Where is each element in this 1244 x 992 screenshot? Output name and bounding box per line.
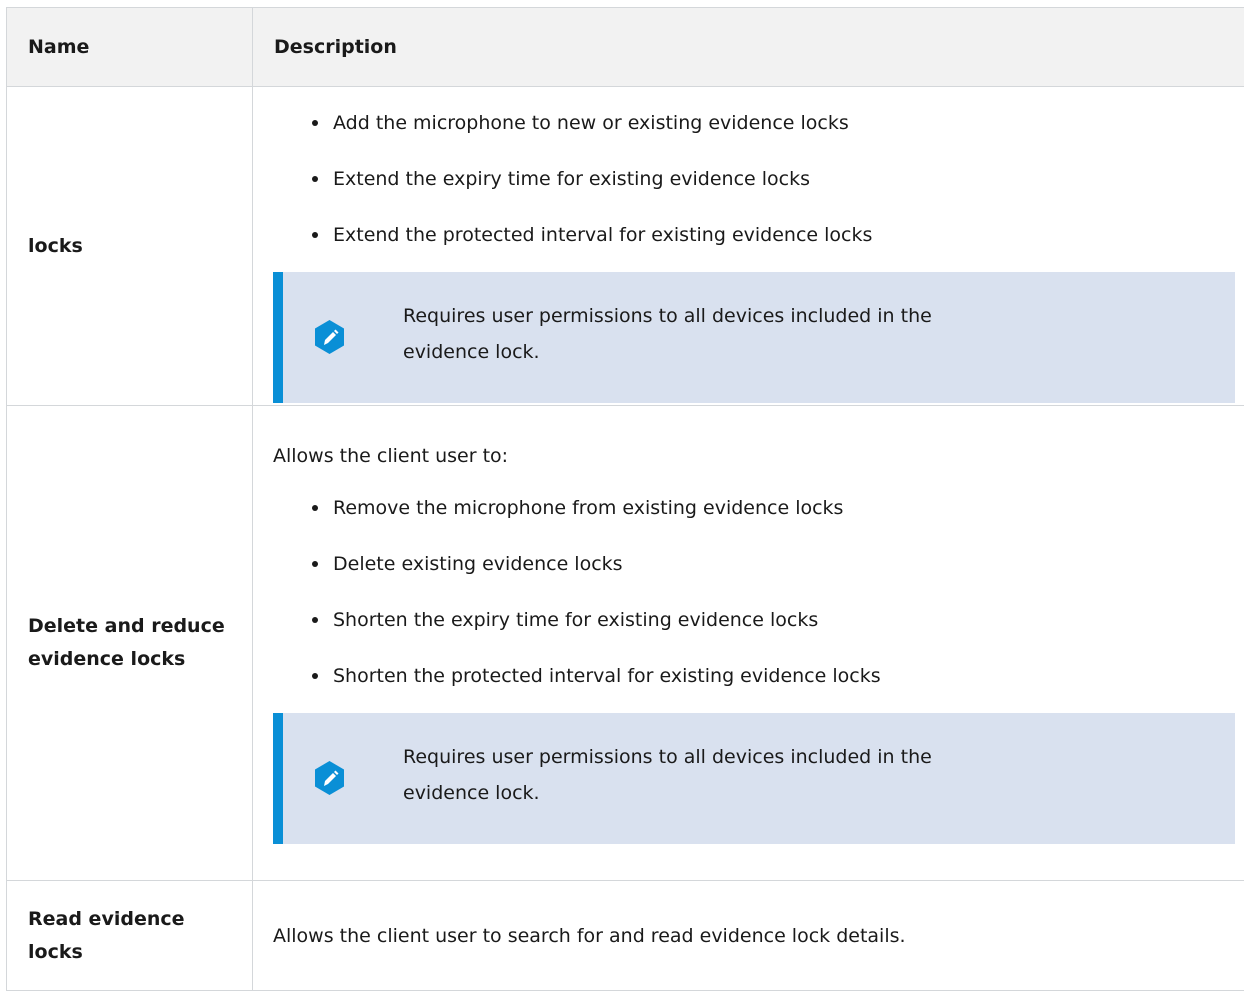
description-column-header: Description <box>252 7 1244 87</box>
table-row: Delete and reduce evidence locks Allows … <box>6 405 1244 881</box>
permission-bullet-list: Add the microphone to new or existing ev… <box>273 95 1244 263</box>
permission-description: Add the microphone to new or existing ev… <box>252 86 1244 406</box>
list-item: Remove the microphone from existing evid… <box>312 480 1244 536</box>
list-item: Add the microphone to new or existing ev… <box>312 95 1244 151</box>
table-header-row: Name Description <box>6 7 1244 87</box>
permission-bullet-list: Remove the microphone from existing evid… <box>273 480 1244 704</box>
permission-intro: Allows the client user to: <box>273 445 509 467</box>
permissions-table: Name Description locks Add the microphon… <box>6 7 1244 991</box>
permission-name: Delete and reduce evidence locks <box>6 405 253 881</box>
permission-intro: Allows the client user to search for and… <box>273 924 906 947</box>
permission-name: Read evidence locks <box>6 880 253 991</box>
note-text: Requires user permissions to all devices… <box>403 305 932 363</box>
note-box: Requires user permissions to all devices… <box>273 713 1235 844</box>
note-text: Requires user permissions to all devices… <box>403 746 932 804</box>
table-row: locks Add the microphone to new or exist… <box>6 86 1244 406</box>
edit-pencil-icon <box>315 320 344 354</box>
note-box: Requires user permissions to all devices… <box>273 272 1235 403</box>
permission-description: Allows the client user to: Remove the mi… <box>252 405 1244 881</box>
list-item: Extend the protected interval for existi… <box>312 207 1244 263</box>
name-column-header: Name <box>6 7 253 87</box>
permission-description: Allows the client user to search for and… <box>252 880 1244 991</box>
list-item: Extend the expiry time for existing evid… <box>312 151 1244 207</box>
edit-pencil-icon <box>315 761 344 795</box>
permission-name: locks <box>6 86 253 406</box>
list-item: Delete existing evidence locks <box>312 536 1244 592</box>
table-row: Read evidence locks Allows the client us… <box>6 880 1244 991</box>
list-item: Shorten the expiry time for existing evi… <box>312 592 1244 648</box>
list-item: Shorten the protected interval for exist… <box>312 648 1244 704</box>
